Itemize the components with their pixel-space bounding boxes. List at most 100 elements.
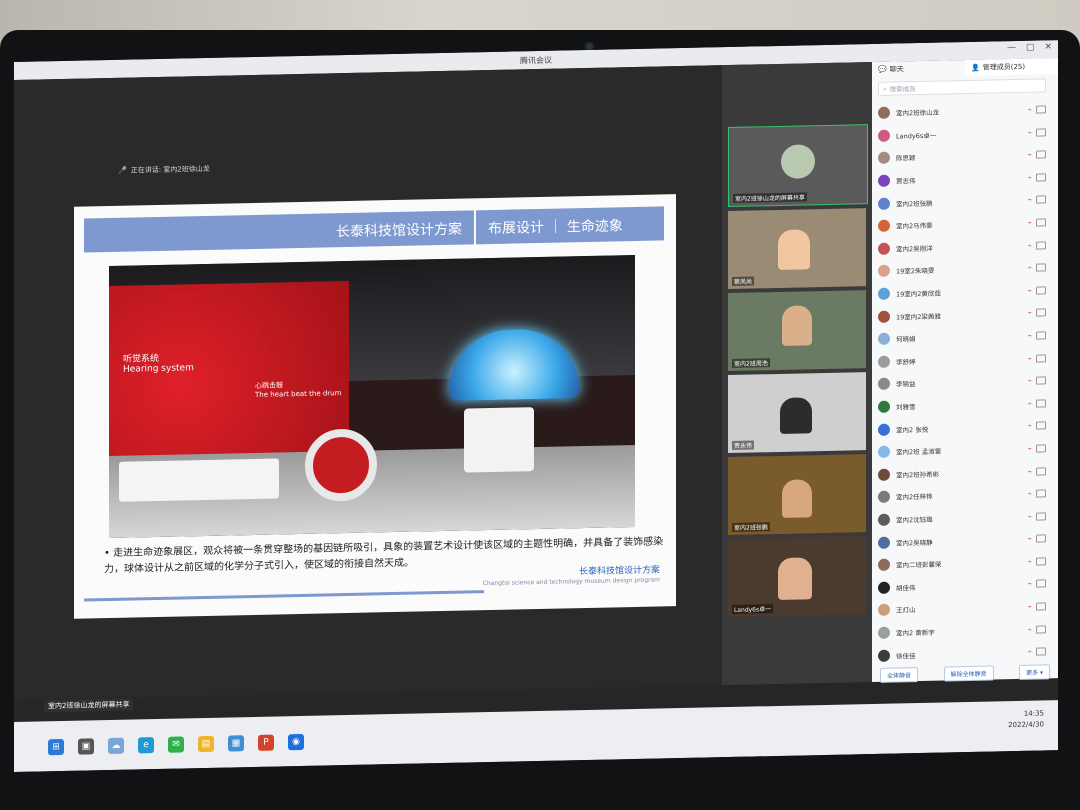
- camera-icon[interactable]: [1036, 466, 1046, 476]
- mic-muted-icon[interactable]: ⌁: [1028, 580, 1032, 588]
- more-button[interactable]: 更多 ▾: [1019, 664, 1050, 680]
- mic-muted-icon[interactable]: ⌁: [1028, 399, 1032, 407]
- member-name: 何晓娟: [896, 335, 916, 344]
- camera-icon[interactable]: [1036, 331, 1046, 340]
- camera-icon[interactable]: [1036, 308, 1046, 317]
- mic-muted-icon[interactable]: ⌁: [1028, 196, 1032, 204]
- search-icon: ⌕: [883, 84, 887, 93]
- close-button[interactable]: ✕: [1044, 42, 1052, 52]
- taskbar-clock: 14:35 2022/4/30: [1008, 708, 1044, 731]
- mic-muted-icon[interactable]: ⌁: [1028, 422, 1032, 430]
- mic-muted-icon[interactable]: ⌁: [1028, 332, 1032, 340]
- mic-muted-icon[interactable]: ⌁: [1028, 625, 1032, 633]
- video-tile[interactable]: 贾永伟: [728, 372, 866, 454]
- member-name: 19室2朱晓雯: [896, 267, 935, 276]
- video-tile[interactable]: Landy6s卓一: [728, 536, 866, 618]
- member-name: 室内2 张悦: [896, 425, 929, 435]
- camera-icon[interactable]: [1036, 218, 1046, 227]
- mic-muted-icon[interactable]: ⌁: [1028, 264, 1032, 272]
- camera-icon[interactable]: [1036, 534, 1046, 543]
- mic-muted-icon[interactable]: ⌁: [1028, 603, 1032, 611]
- member-name: 陈思颖: [896, 154, 916, 164]
- minimize-button[interactable]: —: [1007, 43, 1016, 53]
- tencent-meeting-icon[interactable]: ◉: [288, 733, 304, 751]
- mic-muted-icon[interactable]: ⌁: [1028, 490, 1032, 498]
- mute-all-button[interactable]: 全体静音: [880, 667, 919, 683]
- powerpoint-icon[interactable]: P: [258, 734, 274, 751]
- member-name: 室内2吴刚洋: [896, 244, 933, 254]
- mic-muted-icon[interactable]: ⌁: [1028, 128, 1032, 136]
- mic-muted-icon[interactable]: ⌁: [1028, 106, 1032, 114]
- search-placeholder: 搜索成员: [889, 85, 916, 94]
- mic-muted-icon[interactable]: ⌁: [1028, 467, 1032, 475]
- mic-muted-icon[interactable]: ⌁: [1028, 241, 1032, 249]
- camera-icon[interactable]: [1036, 557, 1046, 566]
- mic-muted-icon[interactable]: ⌁: [1028, 377, 1032, 385]
- camera-icon[interactable]: [1036, 353, 1046, 363]
- window-controls: — ▢ ✕: [1007, 42, 1052, 53]
- edge-icon[interactable]: e: [138, 737, 154, 754]
- camera-icon[interactable]: [1036, 602, 1046, 611]
- mic-muted-icon[interactable]: ⌁: [1028, 309, 1032, 317]
- photos-icon[interactable]: ▦: [228, 735, 244, 752]
- maximize-button[interactable]: ▢: [1026, 43, 1035, 53]
- video-tile[interactable]: 室内2班徐山龙的屏幕共享: [728, 124, 868, 208]
- camera-icon[interactable]: [1036, 105, 1046, 114]
- camera-icon[interactable]: [1036, 263, 1046, 272]
- slide-section: 布展设计 ｜ 生命迹象: [488, 218, 623, 238]
- camera-icon[interactable]: [1036, 286, 1046, 295]
- member-name: Landy6s卓一: [896, 131, 937, 141]
- member-name: 室内2班 孟淑雷: [896, 447, 942, 457]
- file-explorer-icon[interactable]: ▤: [198, 735, 214, 753]
- video-tile[interactable]: 室内2班张鹏: [728, 454, 866, 536]
- mic-muted-icon[interactable]: ⌁: [1028, 558, 1032, 566]
- task-view-icon[interactable]: ▣: [78, 738, 94, 755]
- video-tile[interactable]: 室内2班周浩: [728, 290, 866, 372]
- mic-muted-icon[interactable]: ⌁: [1028, 354, 1032, 362]
- unmute-all-button[interactable]: 解除全体静音: [943, 665, 994, 682]
- avatar: [878, 174, 890, 187]
- mic-muted-icon[interactable]: ⌁: [1028, 219, 1032, 227]
- camera-icon[interactable]: [1036, 444, 1046, 453]
- section-band: 布展设计 ｜ 生命迹象: [476, 206, 664, 245]
- mic-muted-icon[interactable]: ⌁: [1028, 535, 1032, 543]
- camera-icon[interactable]: [1036, 150, 1046, 159]
- mic-muted-icon[interactable]: ⌁: [1028, 173, 1032, 181]
- camera-icon[interactable]: [1036, 376, 1046, 385]
- member-name: 室内2沈钰璐: [896, 515, 933, 525]
- avatar: [878, 332, 890, 346]
- camera-icon[interactable]: [1036, 579, 1046, 589]
- exhibition-photo: 听觉系统 Hearing system 心跳击鼓 The heart beat …: [109, 254, 635, 539]
- camera-icon[interactable]: [1036, 647, 1046, 656]
- camera-icon[interactable]: [1036, 512, 1046, 521]
- mic-muted-icon[interactable]: ⌁: [1028, 445, 1032, 453]
- avatar: [878, 468, 890, 481]
- tab-members[interactable]: 👤 管理成员(25): [965, 58, 1058, 77]
- camera-icon[interactable]: [1036, 625, 1046, 634]
- member-row[interactable]: 徐佳佳 ⌁: [878, 641, 1048, 667]
- camera-icon[interactable]: [1036, 421, 1046, 430]
- video-tile[interactable]: 蔡凤尚: [728, 208, 866, 290]
- mic-muted-icon[interactable]: ⌁: [1028, 286, 1032, 294]
- camera-icon[interactable]: [1036, 195, 1046, 204]
- photo-pedestal: [464, 407, 534, 473]
- camera-icon[interactable]: [1036, 240, 1046, 250]
- member-search-input[interactable]: ⌕ 搜索成员: [878, 78, 1046, 96]
- speaking-indicator: 🎤 正在讲话: 室内2班徐山龙: [118, 164, 210, 176]
- start-icon[interactable]: ⊞: [48, 738, 64, 756]
- slide-footer-title: 长泰科技馆设计方案: [578, 565, 660, 578]
- tab-chat[interactable]: 💬 聊天: [872, 60, 965, 78]
- camera-icon[interactable]: [1036, 127, 1046, 137]
- microphone-icon: 🎤: [118, 166, 127, 175]
- member-name: 室内2班孙希彬: [896, 470, 940, 480]
- camera-icon[interactable]: [1036, 489, 1046, 498]
- mic-muted-icon[interactable]: ⌁: [1028, 512, 1032, 520]
- camera-icon[interactable]: [1036, 399, 1046, 408]
- mic-muted-icon[interactable]: ⌁: [1028, 151, 1032, 159]
- member-name: 李锦益: [896, 380, 916, 389]
- weather-icon[interactable]: ☁: [108, 737, 124, 755]
- wechat-icon[interactable]: ✉: [168, 736, 184, 753]
- mic-muted-icon[interactable]: ⌁: [1028, 648, 1032, 656]
- slide-footer-subtitle: Changtai science and technology museum d…: [482, 576, 660, 588]
- camera-icon[interactable]: [1036, 173, 1046, 182]
